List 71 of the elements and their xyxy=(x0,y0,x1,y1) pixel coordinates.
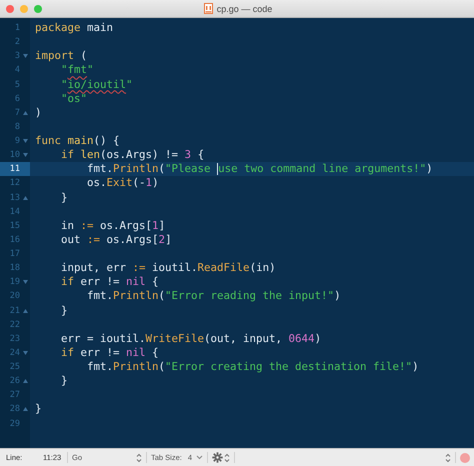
line-number: 8 xyxy=(14,122,20,132)
fold-arrow-icon[interactable] xyxy=(22,196,28,200)
zoom-button[interactable] xyxy=(34,4,42,12)
status-dot xyxy=(460,452,470,462)
code-line: fmt.Println("Please use two command line arguments!") xyxy=(87,162,433,176)
line-number: 2 xyxy=(14,37,20,48)
fold-arrow-icon[interactable] xyxy=(22,153,28,158)
line-number: 24 xyxy=(10,348,20,358)
code-line: if err != nil { xyxy=(61,275,159,290)
code-line: out := os.Args[2] xyxy=(61,232,172,247)
line-number: 17 xyxy=(10,249,20,260)
code-line: "fmt" xyxy=(61,63,94,78)
line-number: 4 xyxy=(14,65,20,76)
code-line: if err != nil { xyxy=(61,346,159,360)
fold-arrow-icon[interactable] xyxy=(22,139,28,144)
line-number: 27 xyxy=(10,390,20,400)
line-number: 6 xyxy=(14,94,20,104)
fold-arrow-icon[interactable] xyxy=(22,280,28,284)
line-number: 14 xyxy=(10,206,20,217)
stepper-icon[interactable] xyxy=(224,452,230,462)
line-number: 13 xyxy=(10,192,20,203)
code-line: func main() { xyxy=(35,134,120,148)
fold-arrow-icon[interactable] xyxy=(22,54,28,58)
code-line: "io/ioutil" xyxy=(61,78,133,92)
code-line: } xyxy=(61,304,68,318)
fold-arrow-icon[interactable] xyxy=(22,350,28,355)
line-number: 25 xyxy=(10,362,20,372)
line-number: 29 xyxy=(10,418,20,429)
code-line: in := os.Args[1] xyxy=(61,218,166,233)
line-number: 10 xyxy=(10,150,20,160)
code-line: fmt.Println("Error reading the input!") xyxy=(87,289,341,304)
code-line: fmt.Println("Error creating the destination file!") xyxy=(87,360,419,374)
code-line: } xyxy=(61,374,68,388)
fold-arrow-icon[interactable] xyxy=(22,308,28,313)
window-title: cp.go — code xyxy=(216,4,272,14)
code-line: os.Exit(-1) xyxy=(87,176,159,190)
line-number: 16 xyxy=(10,234,20,245)
close-button[interactable] xyxy=(6,4,14,12)
document-icon xyxy=(204,3,213,14)
line-number: 9 xyxy=(14,136,20,146)
code-line: package main xyxy=(35,21,114,36)
line-number: 18 xyxy=(10,263,20,274)
code-line: ) xyxy=(35,106,42,120)
line-number: 12 xyxy=(10,178,20,188)
line-number: 3 xyxy=(14,51,20,62)
line-number: 11 xyxy=(10,164,20,174)
line-number: 19 xyxy=(10,277,20,288)
line-number: 28 xyxy=(10,404,20,414)
chevron-down-icon[interactable] xyxy=(196,455,204,460)
fold-arrow-icon[interactable] xyxy=(22,407,28,412)
stepper-icon[interactable] xyxy=(136,452,142,462)
line-number: 15 xyxy=(10,220,20,231)
code-line: "os" xyxy=(61,92,88,106)
code-line: err = ioutil.WriteFile(out, input, 0644) xyxy=(61,332,322,346)
line-number: 7 xyxy=(14,108,20,118)
code-line: } xyxy=(61,190,68,205)
code-line: } xyxy=(35,402,42,416)
line-number: 22 xyxy=(10,320,20,330)
fold-arrow-icon[interactable] xyxy=(22,110,28,115)
code-line: import ( xyxy=(35,49,88,64)
line-number: 21 xyxy=(10,306,20,316)
fold-arrow-icon[interactable] xyxy=(22,379,28,384)
line-number: 5 xyxy=(14,80,20,90)
line-number: 20 xyxy=(10,291,20,302)
code-line: input, err := ioutil.ReadFile(in) xyxy=(61,261,276,276)
line-number: 23 xyxy=(10,334,20,344)
stepper-icon[interactable] xyxy=(445,452,451,462)
code-line: if len(os.Args) != 3 { xyxy=(61,148,204,162)
line-number: 1 xyxy=(14,23,20,34)
settings-icon[interactable] xyxy=(212,452,224,463)
line-number: 26 xyxy=(10,376,20,386)
